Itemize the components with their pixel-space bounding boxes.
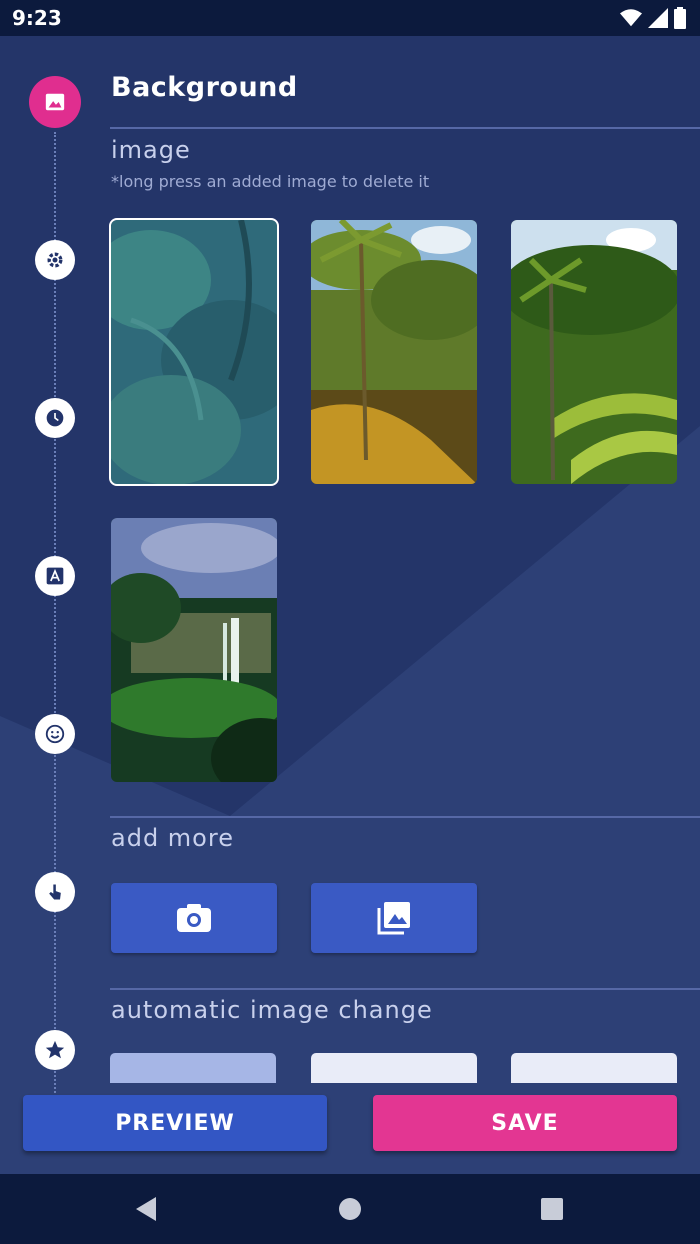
auto-change-label: automatic image change: [111, 996, 433, 1024]
star-icon: [45, 1040, 65, 1059]
clock-icon: [46, 409, 64, 427]
timeline-touch-step[interactable]: [35, 872, 75, 912]
camera-icon: [177, 904, 211, 932]
preview-button[interactable]: PREVIEW: [23, 1095, 327, 1151]
touch-icon: [49, 884, 61, 900]
status-time: 9:23: [12, 6, 62, 30]
add-from-camera-button[interactable]: [111, 883, 277, 953]
wifi-icon: [620, 9, 642, 27]
image-hint: *long press an added image to delete it: [111, 172, 430, 191]
back-icon: [136, 1197, 156, 1221]
image-thumb-jungle[interactable]: [109, 218, 279, 486]
status-icons: [620, 7, 686, 29]
battery-icon: [674, 7, 686, 29]
recents-icon: [541, 1198, 563, 1220]
auto-change-option-2[interactable]: [311, 1053, 477, 1083]
signal-icon: [648, 8, 668, 28]
image-section-label: image: [111, 136, 191, 164]
image-thumb-waterfall[interactable]: [111, 518, 277, 782]
nav-home-button[interactable]: [320, 1174, 380, 1244]
photo-library-icon: [377, 902, 410, 935]
image-thumb-palms[interactable]: [311, 220, 477, 484]
navigation-bar: [0, 1174, 700, 1244]
image-thumb-rice-terraces[interactable]: [511, 220, 677, 484]
auto-change-option-3[interactable]: [511, 1053, 677, 1083]
text-icon: [46, 567, 64, 585]
add-more-divider: [110, 816, 700, 818]
save-button[interactable]: SAVE: [373, 1095, 677, 1151]
gear-icon: [47, 252, 63, 268]
smiley-icon: [45, 724, 65, 744]
add-more-label: add more: [111, 824, 234, 852]
content-area[interactable]: Background image *long press an added im…: [0, 36, 700, 1174]
page-title: Background: [111, 72, 298, 103]
timeline-clock-step[interactable]: [35, 398, 75, 438]
nav-back-button[interactable]: [116, 1174, 176, 1244]
nav-recents-button[interactable]: [522, 1174, 582, 1244]
auto-change-divider: [110, 988, 700, 990]
timeline-image-step[interactable]: [29, 76, 81, 128]
auto-change-option-1[interactable]: [110, 1053, 276, 1083]
image-icon: [45, 93, 65, 111]
timeline-star-step[interactable]: [35, 1030, 75, 1070]
status-bar: 9:23: [0, 0, 700, 36]
title-divider: [110, 127, 700, 129]
home-icon: [339, 1198, 361, 1220]
timeline-emoji-step[interactable]: [35, 714, 75, 754]
timeline-text-step[interactable]: [35, 556, 75, 596]
timeline-settings-step[interactable]: [35, 240, 75, 280]
add-from-gallery-button[interactable]: [311, 883, 477, 953]
